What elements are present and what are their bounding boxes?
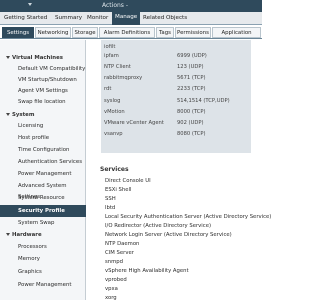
tab-monitor[interactable]: Monitor [84, 13, 111, 25]
sidebar-section-virtual-machines[interactable]: Virtual Machines [0, 53, 86, 64]
collapse-triangle-icon [6, 56, 10, 59]
title-bar: Actions - [0, 0, 262, 12]
table-row: vsanvp 8080 (TCP) [104, 131, 206, 137]
table-row: ipfam 6999 (UDP) [104, 53, 207, 59]
table-row: rdt 2233 (TCP) [104, 86, 206, 92]
sidebar-item-processors[interactable]: Processors [0, 242, 86, 253]
sidebar-item-time-configuration[interactable]: Time Configuration [0, 145, 86, 156]
table-row: NTP Client 123 (UDP) [104, 64, 204, 70]
sub-tab-bar: Settings Networking Storage Alarm Defini… [0, 26, 262, 46]
sidebar-section-label: Virtual Machines [12, 55, 63, 61]
sidebar-item-security-profile[interactable]: Security Profile [0, 205, 86, 217]
list-item: NTP Daemon [105, 241, 140, 247]
main-tab-bar: Getting Started Summary Monitor Manage R… [0, 12, 262, 25]
tab-networking[interactable]: Networking [35, 27, 71, 38]
firewall-rules-table: iofilt ipfam 6999 (UDP) NTP Client 123 (UD… [101, 40, 251, 153]
sidebar-item-authentication-services[interactable]: Authentication Services [0, 157, 86, 168]
sidebar-item-vm-startup-shutdown[interactable]: VM Startup/Shutdown [0, 75, 86, 86]
sidebar-section-label: System [12, 112, 35, 118]
list-item: ESXi Shell [105, 187, 132, 193]
tab-storage[interactable]: Storage [72, 27, 98, 38]
tab-settings[interactable]: Settings [2, 27, 34, 38]
sidebar-item-host-profile[interactable]: Host profile [0, 133, 86, 144]
tab-summary[interactable]: Summary [52, 13, 85, 25]
sidebar-item-memory[interactable]: Memory [0, 254, 86, 265]
sidebar-item-agent-vm-settings[interactable]: Agent VM Settings [0, 86, 86, 97]
list-item: vpxa [105, 286, 118, 292]
list-item: vSphere High Availability Agent [105, 268, 189, 274]
table-row [101, 141, 251, 151]
sidebar-item-graphics[interactable]: Graphics [0, 267, 86, 278]
sidebar-section-hardware[interactable]: Hardware [0, 230, 86, 241]
sidebar-item-power-management[interactable]: Power Management [0, 169, 86, 180]
actions-menu[interactable]: Actions - [102, 2, 128, 9]
sidebar-item-default-vm-compatibility[interactable]: Default VM Compatibility [0, 64, 86, 75]
list-item: Direct Console UI [105, 178, 151, 184]
tab-manage[interactable]: Manage [112, 12, 141, 25]
sidebar-section-system[interactable]: System [0, 110, 86, 121]
list-item: Local Security Authentication Server (Ac… [105, 214, 272, 220]
tab-application-services[interactable]: Application Services [212, 27, 261, 46]
sidebar-section-label: Hardware [12, 232, 42, 238]
tab-permissions[interactable]: Permissions [175, 27, 211, 38]
table-row: rabbitmqproxy 5671 (TCP) [104, 75, 206, 81]
table-row: vMotion 8000 (TCP) [104, 109, 206, 115]
list-item: I/O Redirector (Active Directory Service… [105, 223, 212, 229]
sidebar-item-system-resource-allocation[interactable]: System Resource Allocation [0, 193, 86, 212]
sidebar-item-swap-file-location[interactable]: Swap file location [0, 97, 86, 108]
chevron-down-icon[interactable] [28, 3, 32, 6]
list-item: SSH [105, 196, 116, 202]
list-item: snmpd [105, 259, 124, 265]
sidebar-item-advanced-system-settings[interactable]: Advanced System Settings [0, 181, 86, 200]
tab-alarm-definitions[interactable]: Alarm Definitions [99, 27, 155, 38]
table-row: VMware vCenter Agent 902 (UDP) [104, 120, 204, 126]
sidebar-item-hardware-power-management[interactable]: Power Management [0, 280, 86, 291]
list-item: Network Login Server (Active Directory S… [105, 232, 232, 238]
sidebar-item-system-swap[interactable]: System Swap [0, 218, 86, 229]
table-row: syslog 514,1514 (TCP,UDP) [104, 98, 230, 104]
tab-getting-started[interactable]: Getting Started [1, 13, 50, 25]
security-profile-panel: iofilt ipfam 6999 (UDP) NTP Client 123 (UD… [87, 40, 271, 300]
sidebar-item-licensing[interactable]: Licensing [0, 121, 86, 132]
tab-related-objects[interactable]: Related Objects [140, 13, 190, 25]
settings-sidebar: Virtual Machines Default VM Compatibilit… [0, 40, 86, 300]
list-item: xorg [105, 295, 117, 300]
list-item: CIM Server [105, 250, 134, 256]
services-heading: Services [100, 166, 129, 173]
tab-tags[interactable]: Tags [156, 27, 174, 38]
collapse-triangle-icon [6, 233, 10, 236]
collapse-triangle-icon [6, 113, 10, 116]
list-item: lbtd [105, 205, 116, 211]
list-item: vprobed [105, 277, 127, 283]
